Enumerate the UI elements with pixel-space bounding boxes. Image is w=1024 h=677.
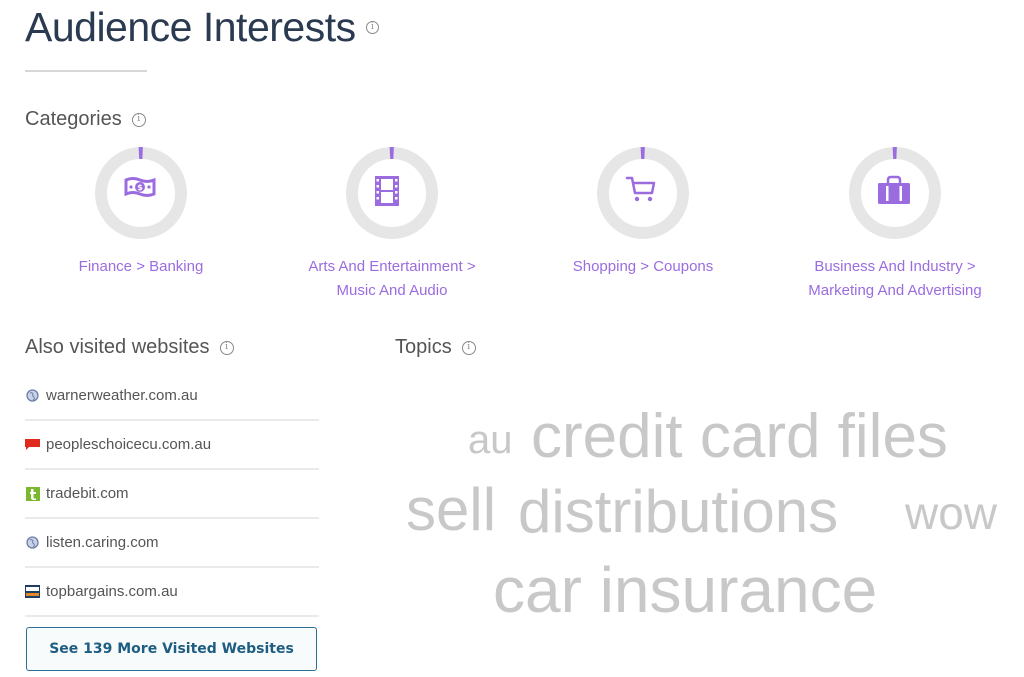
globe-icon: [25, 536, 40, 549]
topics-word-cloud: au credit card files sell distributions …: [400, 400, 1024, 630]
info-icon[interactable]: i: [131, 112, 146, 127]
category-label-line: Business And Industry >: [814, 258, 976, 275]
website-domain[interactable]: listen.caring.com: [46, 534, 159, 551]
topics-heading-text: Topics: [395, 336, 452, 358]
tradebit-t-icon: [25, 486, 40, 501]
website-domain[interactable]: tradebit.com: [46, 485, 129, 502]
topics-heading: Topics i: [395, 336, 476, 359]
website-row[interactable]: peopleschoicecu.com.au: [25, 421, 319, 470]
categories-heading: Categories i: [25, 108, 146, 131]
category-label[interactable]: Arts And Entertainment > Music And Audio: [308, 255, 475, 303]
topic-word[interactable]: wow: [905, 490, 997, 536]
website-domain[interactable]: topbargains.com.au: [46, 583, 178, 600]
briefcase-icon: [877, 175, 913, 211]
info-icon[interactable]: i: [365, 21, 379, 34]
info-icon[interactable]: i: [219, 340, 234, 355]
shopping-cart-icon: [625, 175, 661, 211]
svg-text:$: $: [137, 183, 143, 192]
topic-word[interactable]: distributions: [518, 482, 838, 542]
also-visited-heading: Also visited websites i: [25, 336, 234, 359]
category-ring: [344, 145, 440, 241]
website-domain[interactable]: peopleschoicecu.com.au: [46, 436, 211, 453]
topic-word[interactable]: credit card files: [531, 406, 948, 468]
topic-word[interactable]: au: [468, 420, 513, 460]
categories-list: $ Finance > Banking Arts And Entertainme…: [0, 145, 1024, 305]
film-icon: [374, 175, 410, 211]
category-item[interactable]: $ Finance > Banking: [21, 145, 261, 279]
category-item[interactable]: Business And Industry > Marketing And Ad…: [775, 145, 1015, 303]
category-label[interactable]: Finance > Banking: [79, 255, 204, 279]
website-row[interactable]: tradebit.com: [25, 470, 319, 519]
topic-word[interactable]: car insurance: [493, 558, 877, 622]
category-ring: [847, 145, 943, 241]
website-row[interactable]: warnerweather.com.au: [25, 372, 319, 421]
globe-icon: [25, 389, 40, 402]
website-row[interactable]: listen.caring.com: [25, 519, 319, 568]
topbargains-icon: [25, 585, 40, 598]
also-visited-heading-text: Also visited websites: [25, 336, 210, 358]
category-label-line: Marketing And Advertising: [808, 282, 982, 299]
website-row[interactable]: topbargains.com.au: [25, 568, 319, 617]
category-label-line: Finance > Banking: [78, 258, 204, 275]
category-label-line: Arts And Entertainment >: [308, 258, 476, 275]
category-label-line: Shopping > Coupons: [572, 258, 714, 275]
category-label-line: Music And Audio: [336, 282, 448, 299]
category-label[interactable]: Shopping > Coupons: [573, 255, 714, 279]
topic-word[interactable]: sell: [406, 480, 496, 540]
title-underline: [25, 70, 147, 72]
visited-websites-list: warnerweather.com.au peopleschoicecu.com…: [25, 372, 319, 617]
website-domain[interactable]: warnerweather.com.au: [46, 387, 198, 404]
see-more-websites-button[interactable]: See 139 More Visited Websites: [26, 627, 317, 671]
page-title: Audience Interests i: [25, 4, 379, 51]
categories-heading-text: Categories: [25, 108, 122, 130]
category-item[interactable]: Shopping > Coupons: [523, 145, 763, 279]
info-icon[interactable]: i: [461, 340, 476, 355]
money-icon: $: [123, 175, 159, 211]
category-ring: $: [93, 145, 189, 241]
page-title-text: Audience Interests: [25, 4, 356, 50]
category-item[interactable]: Arts And Entertainment > Music And Audio: [272, 145, 512, 303]
category-ring: [595, 145, 691, 241]
red-flag-icon: [25, 438, 40, 451]
category-label[interactable]: Business And Industry > Marketing And Ad…: [808, 255, 981, 303]
